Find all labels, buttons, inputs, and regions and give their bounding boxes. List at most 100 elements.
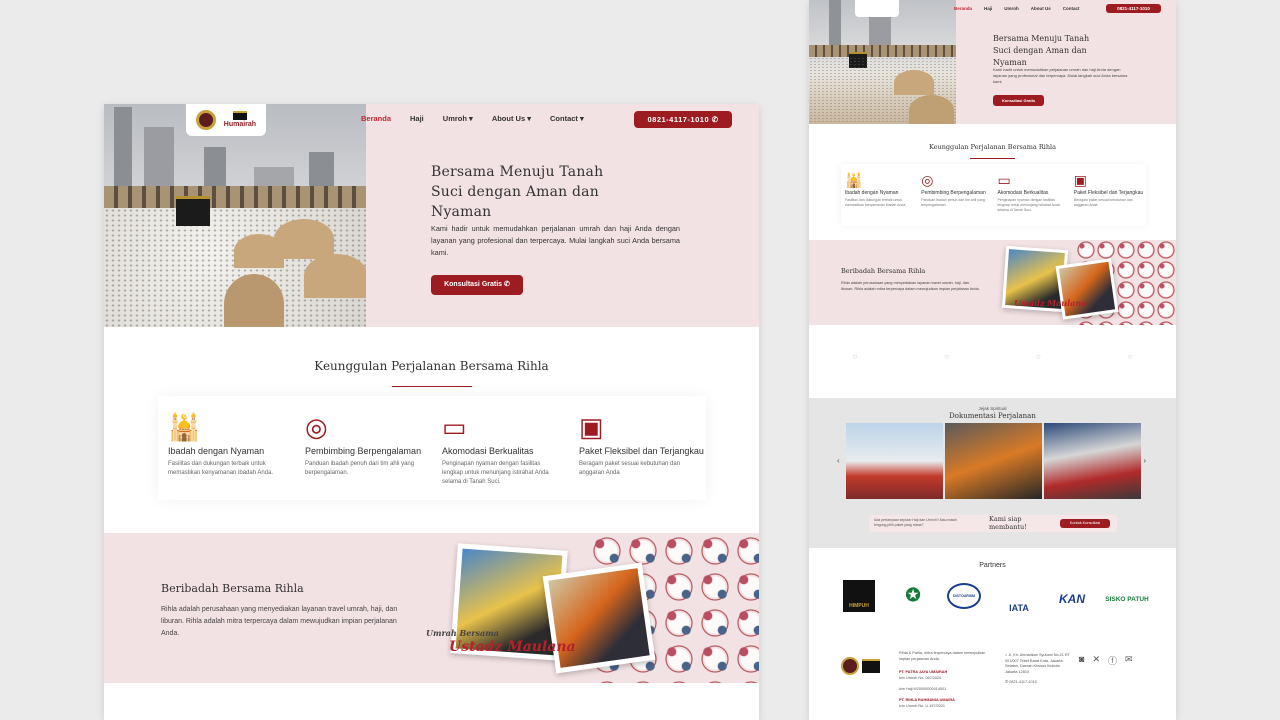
feature-item: ◎ Pembimbing Berpengalaman Panduan ibadah …	[917, 164, 993, 226]
chevron-down-icon: ▾	[527, 114, 532, 123]
gallery-photo[interactable]	[1044, 423, 1141, 499]
social-links: ◙ ✕ ⓕ ✉	[1079, 654, 1133, 667]
nav-item-contact[interactable]: Contact ▾	[550, 114, 584, 123]
gallery-section: Jejak Spiritual Dokumentasi Perjalanan ‹…	[809, 398, 1176, 548]
wallet-icon: ▣	[579, 412, 604, 442]
location-icon: ⌂	[1005, 653, 1008, 657]
footer-company-2: PT. RIHLA RAHMANIA UMAIRA Izin Umroh No. …	[899, 698, 955, 708]
emblem-icon	[195, 110, 216, 130]
feature-desc: Beragam paket sesuai kebutuhan dan angga…	[579, 461, 681, 476]
footer-logo[interactable]	[841, 655, 883, 677]
footer-company-1: PT. PATRA JAYA UMAIRAH Izin Umroh No. 067…	[899, 670, 948, 691]
about-description: Rihla adalah perusahaan yang menyediakan…	[841, 281, 980, 291]
chevron-right-icon[interactable]: ›	[1143, 456, 1146, 465]
nav-item-contact[interactable]: Contact	[1063, 6, 1080, 11]
hero-photo	[104, 104, 366, 327]
script-big: Ustadz Maulana	[1014, 298, 1087, 308]
nav-item-haji[interactable]: Haji	[410, 114, 424, 123]
feature-title: Akomodasi Berkualitas	[442, 446, 534, 456]
feature-desc: Penginapan nyaman dengan fasilitas lengk…	[997, 198, 1060, 212]
contact-button[interactable]: Kontak Konsultasi	[1060, 519, 1110, 528]
footer-tagline: Rihla & Pahla, mitra terpercaya dalam me…	[899, 651, 986, 661]
mosque-icon: 🕌	[168, 412, 201, 442]
mosque-icon: 🕌	[845, 172, 863, 188]
gallery-photo[interactable]	[846, 423, 943, 499]
group-photo	[1055, 258, 1119, 320]
nav-item-umroh[interactable]: Umroh	[1004, 6, 1019, 11]
phone-button[interactable]: 0821-4117-1010	[1106, 4, 1161, 13]
email-icon[interactable]: ✉	[1125, 654, 1133, 667]
nav-item-umroh[interactable]: Umroh ▾	[443, 114, 473, 123]
feature-item: ▭ Akomodasi Berkualitas Penginapan nyaman …	[994, 164, 1070, 226]
x-icon[interactable]: ✕	[1092, 654, 1100, 667]
feature-item: 🕌 Ibadah dengan Nyaman Fasilitas dan duk…	[158, 396, 295, 500]
nav-item-haji[interactable]: Haji	[984, 6, 992, 11]
footer-phone: ✆ 0821-4117-1010	[1005, 680, 1037, 684]
hero-title: Bersama Menuju Tanah Suci dengan Aman da…	[431, 164, 604, 220]
kemenag-logo: ✪	[905, 585, 921, 605]
feature-title: Pembimbing Berpengalaman	[921, 190, 986, 196]
title-underline	[970, 158, 1015, 159]
features-card: 🕌 Ibadah dengan Nyaman Fasilitas dan duk…	[158, 396, 706, 500]
contact-bar: Ada pertanyaan seputar Haji dan Umroh? A…	[869, 515, 1117, 532]
about-band: Beribadah Bersama Rihla Rihla adalah per…	[809, 240, 1176, 325]
brand-name: Humairah	[224, 111, 256, 129]
consult-button[interactable]: Konsultasi Gratis	[993, 95, 1044, 106]
hero-photo	[809, 0, 956, 124]
partner-logo: IATA	[1009, 603, 1029, 613]
features-title: Keunggulan Perjalanan Bersama Rihla	[314, 359, 549, 373]
feature-title: Ibadah dengan Nyaman	[845, 190, 899, 196]
hero-section: Beranda Haji Umroh About Us Contact 0821…	[809, 0, 1176, 124]
guide-icon: ◎	[921, 172, 934, 188]
nav-item-beranda[interactable]: Beranda	[954, 6, 972, 11]
facebook-icon[interactable]: ⓕ	[1108, 654, 1117, 667]
brand-logo[interactable]: Humairah	[186, 104, 266, 136]
feature-item: ◎ Pembimbing Berpengalaman Panduan ibada…	[295, 396, 432, 500]
partner-logo: KAN	[1059, 592, 1085, 606]
nav-item-beranda[interactable]: Beranda	[361, 114, 391, 123]
feature-item: 🕌 Ibadah dengan Nyaman Fasilitas dan dukun…	[841, 164, 917, 226]
instagram-icon[interactable]: ◙	[1079, 654, 1084, 667]
feature-item: ▣ Paket Fleksibel dan Terjangkau Beragam p…	[1070, 164, 1146, 226]
feature-desc: Panduan ibadah penuh dari tim ahli yang …	[305, 461, 415, 476]
about-band: Beribadah Bersama Rihla Rihla adalah per…	[104, 533, 759, 683]
feature-desc: Fasilitas dan dukungan terbaik untuk mem…	[168, 461, 274, 476]
feature-title: Paket Fleksibel dan Terjangkau	[1073, 190, 1144, 196]
feature-title: Pembimbing Berpengalaman	[305, 446, 422, 456]
gallery-photo[interactable]	[945, 423, 1042, 499]
partner-logo: DISTOURISM	[947, 583, 981, 609]
nav-item-about[interactable]: About Us ▾	[492, 114, 531, 123]
chevron-down-icon: ▾	[580, 114, 584, 123]
bed-icon: ▭	[442, 412, 467, 442]
phone-button[interactable]: 0821-4117-1010 ✆	[634, 111, 732, 128]
feature-item: ▣ Paket Fleksibel dan Terjangkau Beragam…	[569, 396, 706, 500]
kaaba-image	[176, 196, 210, 226]
gallery-kicker: Jejak Spiritual	[978, 406, 1007, 411]
script-small: Umrah Bersama	[426, 628, 499, 638]
main-nav: Beranda Haji Umroh About Us Contact	[954, 6, 1092, 11]
hero-description: Kami hadir untuk memudahkan perjalanan u…	[993, 67, 1128, 84]
chevron-left-icon[interactable]: ‹	[837, 456, 840, 465]
contact-headline: Kami siap membantu!	[989, 515, 1027, 531]
partners-title: Partners	[979, 562, 1006, 569]
title-underline	[392, 386, 472, 387]
partner-logo: SISKO PATUH	[1105, 596, 1149, 603]
consult-button[interactable]: Konsultasi Gratis ✆	[431, 275, 523, 295]
phone-icon: ✆	[1005, 680, 1009, 684]
features-card: 🕌 Ibadah dengan Nyaman Fasilitas dan dukun…	[841, 164, 1146, 226]
feature-item: ▭ Akomodasi Berkualitas Penginapan nyama…	[432, 396, 569, 500]
about-description: Rihla adalah perusahaan yang menyediakan…	[161, 606, 398, 637]
gallery-title: Dokumentasi Perjalanan	[949, 412, 1036, 420]
fullpage-preview: Beranda Haji Umroh About Us Contact 0821…	[809, 0, 1176, 720]
hero-description: Kami hadir untuk memudahkan perjalanan u…	[431, 224, 680, 257]
bed-icon: ▭	[997, 172, 1011, 188]
faded-strip: ○ ○ ○ ○	[852, 351, 1133, 361]
brand-logo[interactable]	[855, 0, 899, 17]
feature-title: Ibadah dengan Nyaman	[168, 446, 265, 456]
feature-desc: Panduan ibadah penuh dari tim ahli yang …	[921, 198, 985, 207]
main-nav: Beranda Haji Umroh ▾ About Us ▾ Contact …	[361, 114, 603, 123]
contact-question: Ada pertanyaan seputar Haji dan Umroh? A…	[874, 518, 957, 527]
nav-item-about[interactable]: About Us	[1031, 6, 1051, 11]
feature-desc: Penginapan nyaman dengan fasilitas lengk…	[442, 461, 549, 485]
whatsapp-icon: ✆	[504, 281, 510, 288]
